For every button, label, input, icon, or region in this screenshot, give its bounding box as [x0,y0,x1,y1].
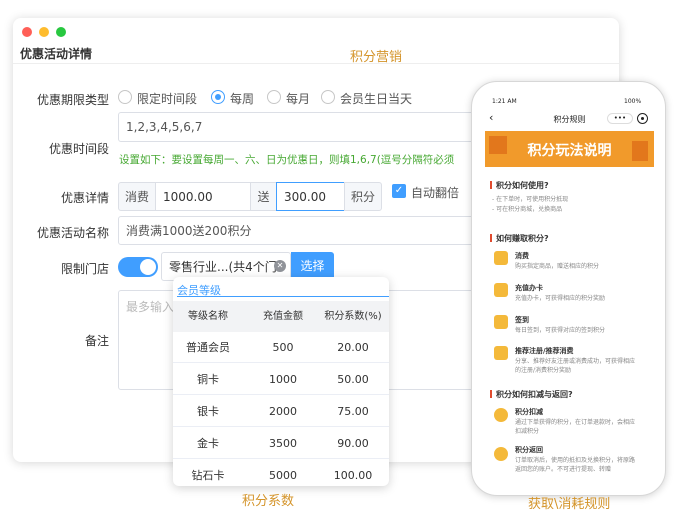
member-level-header: 等级名称 充值金额 积分系数(%) [173,301,389,332]
deduct-desc-1: 通过下单获得的积分，在订单退款时，会相应 [515,419,636,426]
cell-recharge: 2000 [269,405,297,418]
banner: 积分玩法说明 [485,131,654,167]
member-level-popup: 会员等级 等级名称 充值金额 积分系数(%) 普通会员 500 20.00 铜卡… [173,277,389,486]
table-row[interactable]: 普通会员 500 20.00 [173,332,389,363]
radio-weekly-label: 每周 [230,92,255,106]
cell-level-name: 银卡 [197,405,219,418]
close-dot-icon[interactable] [22,27,32,37]
cell-level-name: 铜卡 [197,373,219,386]
table-row[interactable]: 金卡 3500 90.00 [173,428,389,459]
cell-coef: 100.00 [333,469,373,482]
caption-points-marketing: 积分营销 [350,50,403,65]
window-title: 优惠活动详情 [20,47,93,61]
checkin-icon [494,315,508,329]
store-limit-label: 限制门店 [60,262,109,276]
header-points-coef: 积分系数(%) [324,311,382,322]
header-recharge-amount: 充值金额 [263,311,303,322]
cell-recharge: 1000 [269,373,297,386]
clear-icon[interactable]: ✕ [274,260,286,272]
caption-points-coef: 积分系数 [242,494,295,509]
radio-birthday-label: 会员生日当天 [340,92,413,106]
activity-name-input[interactable]: 消费满1000送200积分 [118,216,478,245]
time-label: 优惠时间段 [48,142,109,156]
radio-monthly[interactable] [267,90,281,104]
give-prefix: 送 [250,182,277,211]
cell-recharge: 500 [272,341,294,354]
status-time: 1:21 AM [492,98,517,105]
table-row[interactable]: 铜卡 1000 50.00 [173,364,389,395]
return-coin-icon [494,447,508,461]
earn-consume-title: 消费 [515,252,529,260]
consume-prefix: 消费 [118,182,156,211]
cell-recharge: 3500 [269,437,297,450]
caption-earn-consume-rules: 获取\消耗规则 [528,497,611,512]
detail-label: 优惠详情 [60,191,109,205]
cell-level-name: 金卡 [197,437,219,450]
return-title: 积分返回 [515,446,543,454]
cell-coef: 20.00 [337,341,369,354]
header-level-name: 等级名称 [188,311,228,322]
cell-level-name: 钻石卡 [191,469,225,482]
phone-screen: 1:21 AM 100% ‹ 积分规则 ••• 积分玩法说明 积分如何使用? -… [485,95,654,479]
radio-weekly[interactable] [211,90,225,104]
earn-referral-desc-1: 分享、推荐好友注册或消费成功，可获得相应 [515,358,636,365]
auto-double-label: 自动翻倍 [411,186,460,200]
maximize-dot-icon[interactable] [56,27,66,37]
status-battery: 100% [624,98,642,105]
earn-consume-desc: 购买指定商品，赠送相应的积分 [515,263,600,270]
earn-referral-desc-2: 的注册/消费积分奖励 [515,367,572,374]
radio-limited-period[interactable] [118,90,132,104]
cell-coef: 90.00 [337,437,369,450]
earn-recharge-title: 充值办卡 [515,284,543,292]
earn-referral-title: 推荐注册/推荐消费 [515,347,574,355]
cell-coef: 50.00 [337,373,369,386]
consume-amount-input[interactable]: 1000.00 [155,182,251,211]
phone-mockup: 1:21 AM 100% ‹ 积分规则 ••• 积分玩法说明 积分如何使用? -… [471,81,666,496]
return-desc-2: 返回您的账户。不可进行提现、转赠 [515,466,612,473]
earn-checkin-title: 签到 [515,316,529,324]
table-row[interactable]: 钻石卡 5000 100.00 [173,460,389,486]
store-limit-switch[interactable] [118,257,158,277]
deduct-title: 积分扣减 [515,408,543,416]
radio-birthday[interactable] [321,90,335,104]
give-points-input[interactable]: 300.00 [276,182,345,211]
section-deduct-title: 积分如何扣减与返回? [490,389,573,400]
title-divider [13,63,619,64]
remark-label: 备注 [84,334,109,348]
card-icon [494,283,508,297]
time-input[interactable]: 1,2,3,4,5,6,7 [118,112,478,142]
thumb-up-icon [494,346,508,360]
earn-recharge-desc: 充值办卡，可获得相应的积分奖励 [515,295,606,302]
section-earn-title: 如何赚取积分? [490,233,549,244]
capsule-close-icon[interactable] [637,113,648,124]
deduct-desc-2: 扣减积分 [515,428,540,435]
member-level-underline [177,296,389,297]
points-suffix: 积分 [344,182,382,211]
return-desc-1: 订单取消后，使用的抵扣及兑换积分，将原路 [515,457,636,464]
cell-level-name: 普通会员 [186,341,230,354]
period-type-label: 优惠期限类型 [36,93,109,107]
cell-coef: 75.00 [337,405,369,418]
radio-monthly-label: 每月 [286,92,311,106]
earn-checkin-desc: 每日签到，可获得对应的签到积分 [515,327,606,334]
cell-recharge: 5000 [269,469,297,482]
more-icon[interactable]: ••• [607,113,633,124]
section-use-title: 积分如何使用? [490,180,549,191]
banner-title: 积分玩法说明 [527,143,612,159]
deduct-coin-icon [494,408,508,422]
consume-bag-icon [494,251,508,265]
use-line-2: - 可在积分商城，兑换商品 [492,206,563,213]
minimize-dot-icon[interactable] [39,27,49,37]
activity-name-label: 优惠活动名称 [36,226,109,240]
auto-double-checkbox[interactable]: ✓ [392,184,406,198]
capsule-dot [641,117,644,120]
table-row[interactable]: 银卡 2000 75.00 [173,396,389,427]
switch-knob [140,259,156,275]
time-hint: 设置如下：要设置每周一、六、日为优惠日，则填1,6,7(逗号分隔符必须 [119,154,455,166]
radio-limited-period-label: 限定时间段 [137,92,198,106]
use-line-1: - 在下单时，可使用积分抵现 [492,196,569,203]
